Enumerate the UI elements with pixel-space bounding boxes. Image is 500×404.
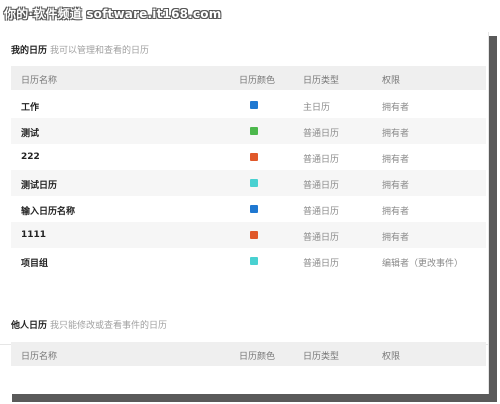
calendar-permission: 拥有者 — [382, 181, 410, 191]
calendar-type: 普通日历 — [303, 233, 340, 243]
calendar-permission: 拥有者 — [382, 155, 410, 165]
calendar-type: 主日历 — [303, 103, 331, 113]
watermark-text: 你的·软件频道 software.it168.com — [4, 7, 222, 21]
calendar-name[interactable]: 测试日历 — [21, 178, 57, 191]
calendar-row[interactable]: 1111 普通日历 拥有者 — [11, 222, 486, 248]
calendar-name[interactable]: 222 — [21, 152, 40, 162]
calendar-permission: 编辑者（更改事件） — [382, 259, 464, 269]
header-permission: 权限 — [382, 352, 401, 362]
calendar-type: 普通日历 — [303, 129, 340, 139]
calendar-color-swatch[interactable] — [250, 257, 258, 265]
header-permission: 权限 — [382, 76, 401, 86]
calendar-color-swatch[interactable] — [250, 127, 258, 135]
calendar-color-swatch[interactable] — [250, 101, 258, 109]
calendar-row[interactable]: 工作 主日历 拥有者 — [11, 92, 486, 118]
calendar-permission: 拥有者 — [382, 103, 410, 113]
calendar-color-swatch[interactable] — [250, 205, 258, 213]
header-calendar-color: 日历颜色 — [239, 352, 276, 362]
calendar-color-swatch[interactable] — [250, 179, 258, 187]
calendar-row[interactable]: 项目组 普通日历 编辑者（更改事件） — [11, 248, 486, 274]
calendar-type: 普通日历 — [303, 181, 340, 191]
calendar-permission: 拥有者 — [382, 129, 410, 139]
calendar-row[interactable]: 测试 普通日历 拥有者 — [11, 118, 486, 144]
card-shadow-bottom — [12, 394, 497, 402]
others-calendars-subtitle: 我只能修改或查看事件的日历 — [50, 321, 168, 331]
calendar-color-swatch[interactable] — [250, 231, 258, 239]
my-calendars-subtitle: 我可以管理和查看的日历 — [50, 46, 150, 56]
others-calendars-table-header: 日历名称 日历颜色 日历类型 权限 — [11, 342, 486, 366]
calendar-name[interactable]: 测试 — [21, 126, 39, 139]
header-calendar-type: 日历类型 — [303, 76, 340, 86]
calendar-type: 普通日历 — [303, 207, 340, 217]
calendar-row[interactable]: 测试日历 普通日历 拥有者 — [11, 170, 486, 196]
header-calendar-type: 日历类型 — [303, 352, 340, 362]
my-calendars-table-header: 日历名称 日历颜色 日历类型 权限 — [11, 66, 486, 90]
calendar-name[interactable]: 输入日历名称 — [21, 204, 75, 217]
calendar-name[interactable]: 项目组 — [21, 256, 48, 269]
calendar-color-swatch[interactable] — [250, 153, 258, 161]
calendar-row[interactable]: 222 普通日历 拥有者 — [11, 144, 486, 170]
header-calendar-name: 日历名称 — [21, 352, 58, 362]
calendar-settings-panel: 我的日历 我可以管理和查看的日历 日历名称 日历颜色 日历类型 权限 工作 主日历… — [0, 32, 489, 394]
card-shadow-right — [488, 36, 497, 400]
calendar-name[interactable]: 1111 — [21, 230, 46, 240]
my-calendars-header: 我的日历 我可以管理和查看的日历 — [11, 43, 149, 56]
header-calendar-color: 日历颜色 — [239, 76, 276, 86]
calendar-permission: 拥有者 — [382, 233, 410, 243]
my-calendars-title: 我的日历 — [11, 46, 48, 56]
calendar-type: 普通日历 — [303, 155, 340, 165]
others-calendars-header: 他人日历 我只能修改或查看事件的日历 — [11, 318, 167, 331]
calendar-name[interactable]: 工作 — [21, 100, 39, 113]
header-calendar-name: 日历名称 — [21, 76, 58, 86]
calendar-permission: 拥有者 — [382, 207, 410, 217]
others-calendars-title: 他人日历 — [11, 321, 48, 331]
calendar-row[interactable]: 输入日历名称 普通日历 拥有者 — [11, 196, 486, 222]
calendar-type: 普通日历 — [303, 259, 340, 269]
